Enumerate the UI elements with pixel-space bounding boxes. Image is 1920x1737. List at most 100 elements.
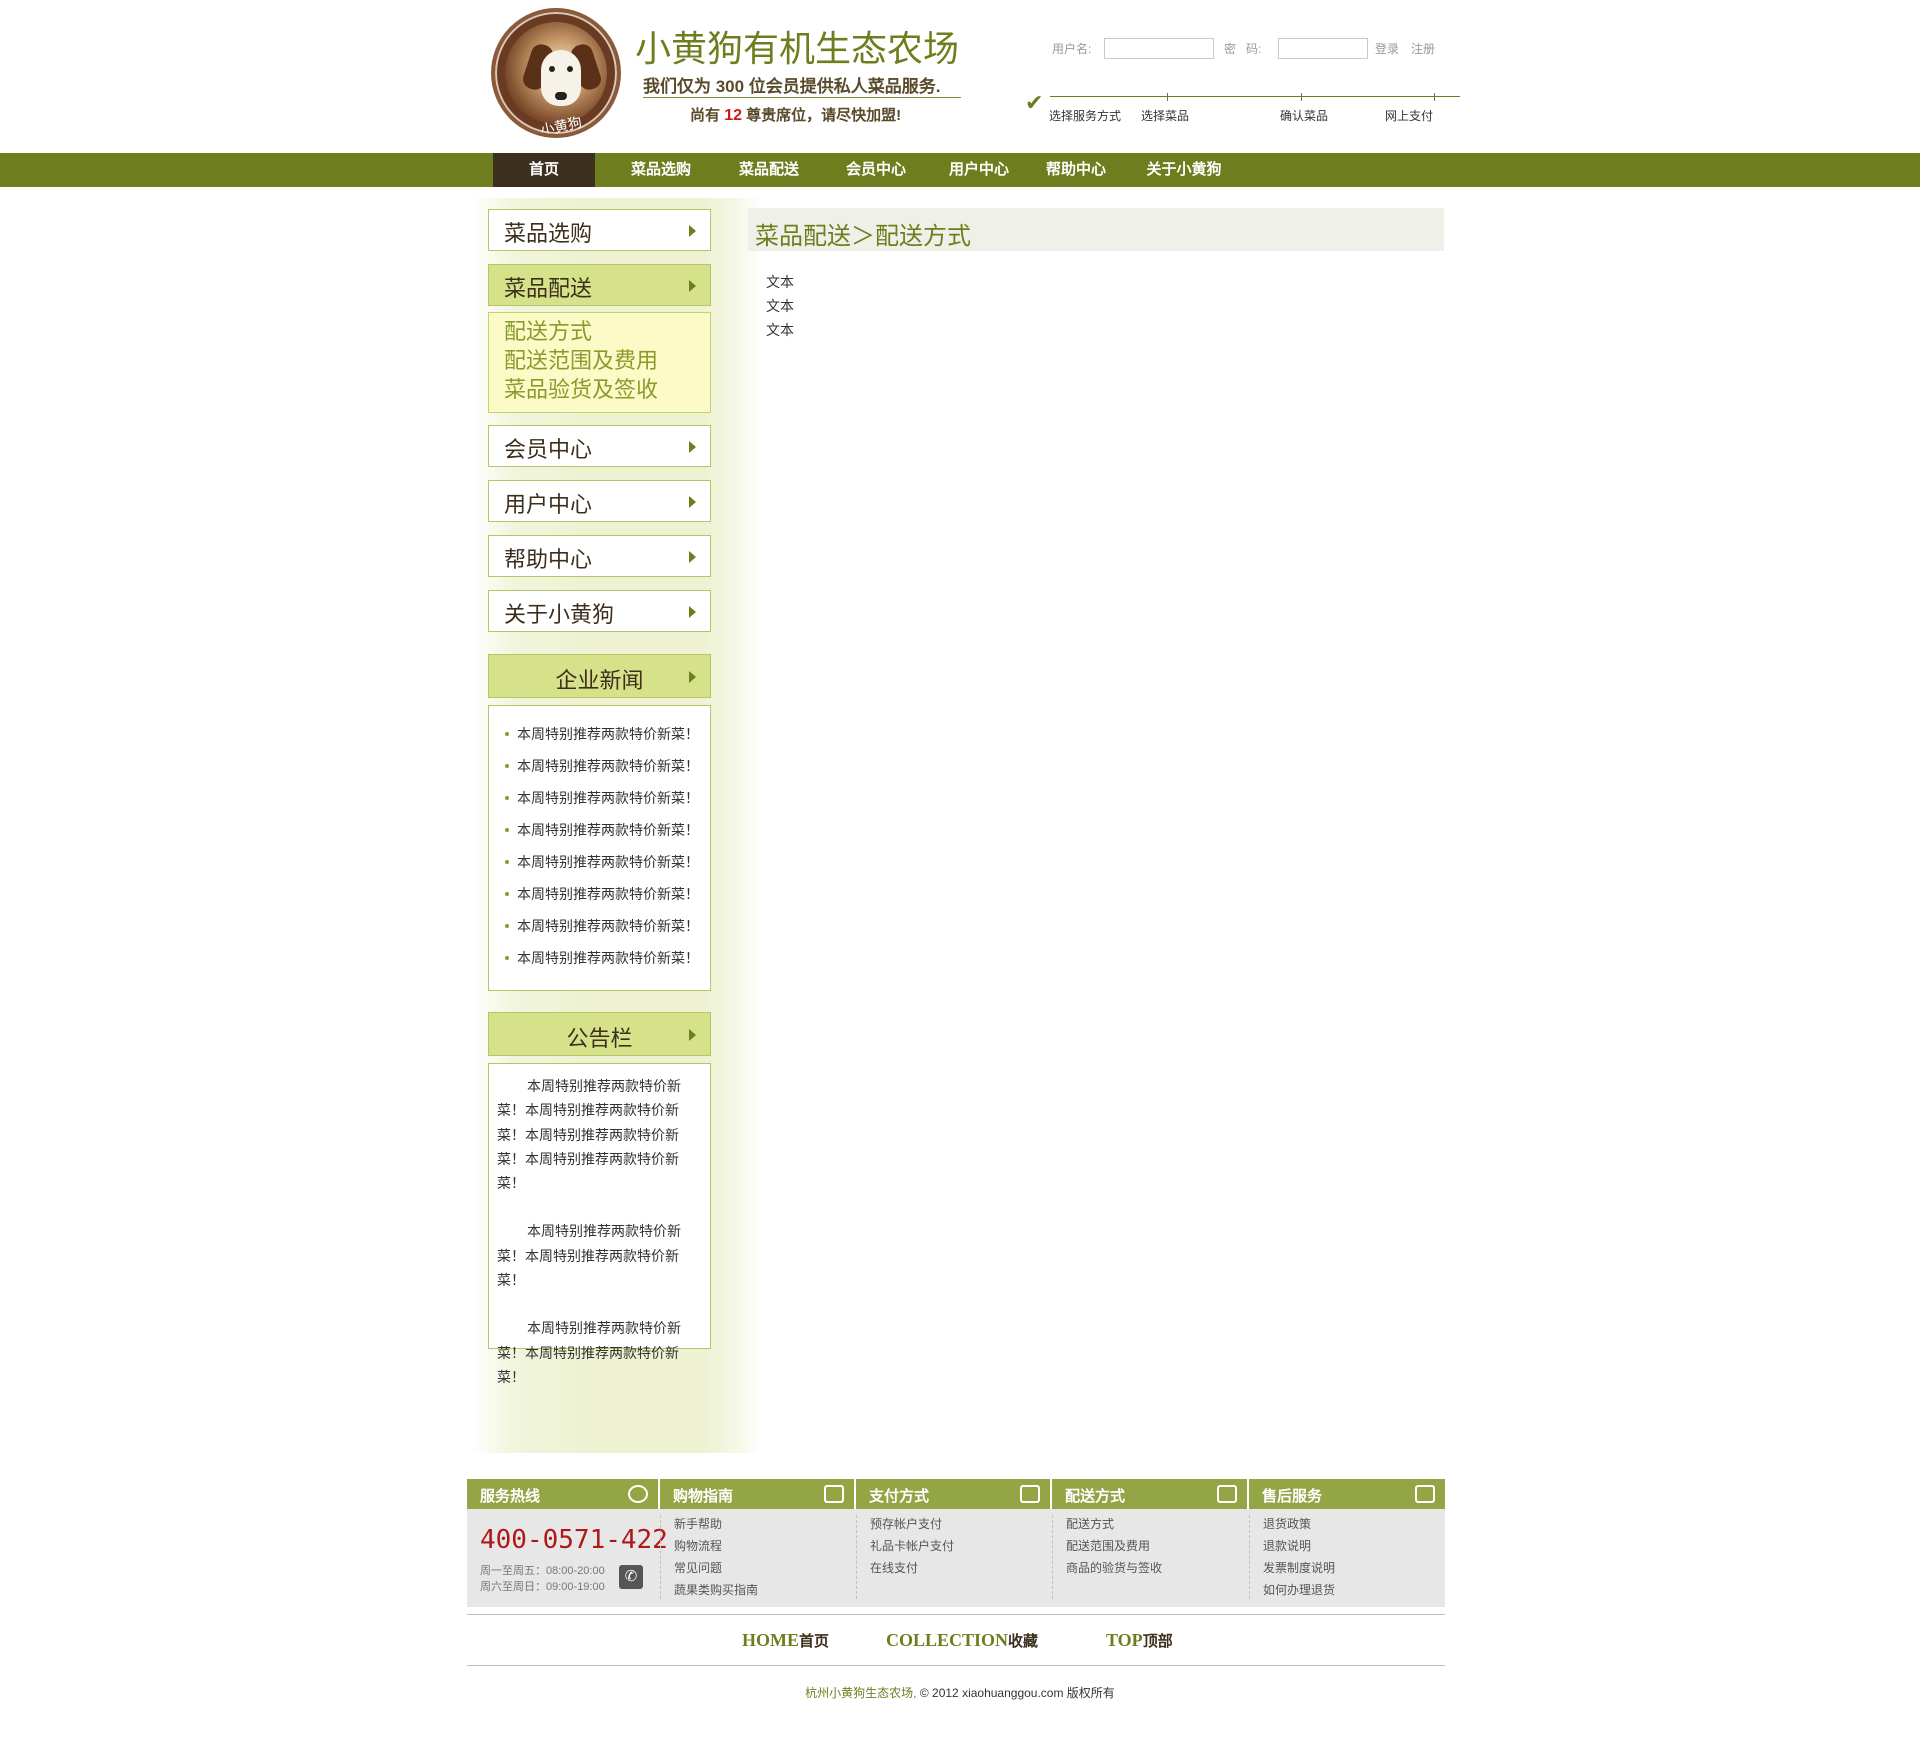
bullet-icon bbox=[505, 732, 509, 736]
footer-col-payment: 支付方式 bbox=[856, 1479, 1052, 1509]
list-item[interactable]: 本周特别推荐两款特价新菜！ bbox=[489, 718, 710, 750]
seats-suffix: 尊贵席位，请尽快加盟! bbox=[746, 107, 902, 124]
truck-icon bbox=[1217, 1485, 1237, 1503]
nav-home[interactable]: 首页 bbox=[493, 153, 595, 187]
sidebar-item-help[interactable]: 帮助中心 bbox=[488, 535, 711, 577]
seats-text: 尚有 12 尊贵席位，请尽快加盟! bbox=[690, 104, 901, 125]
bullet-icon bbox=[505, 828, 509, 832]
news-header[interactable]: 企业新闻 bbox=[488, 654, 711, 698]
arrow-right-icon bbox=[689, 441, 696, 453]
arrow-right-icon bbox=[689, 606, 696, 618]
sidebar-item-shop[interactable]: 菜品选购 bbox=[488, 209, 711, 251]
arrow-right-icon bbox=[689, 280, 696, 292]
nav-user[interactable]: 用户中心 bbox=[936, 153, 1022, 187]
list-item[interactable]: 本周特别推荐两款特价新菜！ bbox=[489, 910, 710, 942]
footer-link[interactable]: 在线支付 bbox=[870, 1559, 918, 1576]
sidebar-item-label: 关于小黄狗 bbox=[504, 602, 615, 627]
arrow-right-icon bbox=[689, 671, 696, 683]
logo[interactable]: 小黄狗 bbox=[491, 8, 621, 138]
nav-about[interactable]: 关于小黄狗 bbox=[1134, 153, 1234, 187]
footer-link[interactable]: 退货政策 bbox=[1263, 1515, 1311, 1532]
password-label: 密 码: bbox=[1224, 42, 1262, 56]
arrow-right-icon bbox=[689, 225, 696, 237]
bullet-icon bbox=[505, 764, 509, 768]
footer-divider bbox=[467, 1665, 1445, 1666]
step-2-label: 选择菜品 bbox=[1141, 109, 1190, 123]
news-list: 本周特别推荐两款特价新菜！ 本周特别推荐两款特价新菜！ 本周特别推荐两款特价新菜… bbox=[488, 705, 711, 991]
content-line: 文本 bbox=[766, 298, 794, 314]
copyright: 杭州小黄狗生态农场, © 2012 xiaohuanggou.com 版权所有 bbox=[805, 1686, 1115, 1700]
sidebar-item-member[interactable]: 会员中心 bbox=[488, 425, 711, 467]
sidebar-item-user[interactable]: 用户中心 bbox=[488, 480, 711, 522]
sidebar-item-label: 帮助中心 bbox=[504, 547, 593, 572]
header: 小黄狗 小黄狗有机生态农场 我们仅为 300 位会员提供私人菜品服务. 尚有 1… bbox=[0, 0, 1920, 153]
submenu-delivery-method[interactable]: 配送方式 bbox=[504, 317, 710, 346]
clock-icon bbox=[628, 1485, 648, 1503]
notice-title: 公告栏 bbox=[566, 1026, 633, 1051]
footer-col-hotline: 服务热线 bbox=[467, 1479, 660, 1509]
hotline-number: 400-0571-422 bbox=[480, 1525, 668, 1555]
footer-link[interactable]: 新手帮助 bbox=[674, 1515, 722, 1532]
footer-link[interactable]: 配送范围及费用 bbox=[1066, 1537, 1150, 1554]
nav-help[interactable]: 帮助中心 bbox=[1033, 153, 1119, 187]
sidebar-item-label: 菜品配送 bbox=[504, 276, 593, 301]
username-input[interactable] bbox=[1104, 38, 1214, 59]
sidebar-item-label: 会员中心 bbox=[504, 437, 593, 462]
footer-col-aftersales: 售后服务 bbox=[1249, 1479, 1445, 1509]
footer-link[interactable]: 预存帐户支付 bbox=[870, 1515, 942, 1532]
main-nav: 首页 菜品选购 菜品配送 会员中心 用户中心 帮助中心 关于小黄狗 bbox=[0, 153, 1920, 187]
delivery-submenu: 配送方式 配送范围及费用 菜品验货及签收 bbox=[488, 312, 711, 413]
bullet-icon bbox=[505, 956, 509, 960]
footer-link[interactable]: 如何办理退货 bbox=[1263, 1581, 1335, 1598]
steps-line bbox=[1050, 96, 1460, 97]
footer-col-delivery: 配送方式 bbox=[1052, 1479, 1249, 1509]
list-item[interactable]: 本周特别推荐两款特价新菜！ bbox=[489, 942, 710, 974]
checkmark-icon: ✔ bbox=[1025, 90, 1044, 115]
service-icon bbox=[1415, 1485, 1435, 1503]
footer-link[interactable]: 常见问题 bbox=[674, 1559, 722, 1576]
footer-link[interactable]: 礼品卡帐户支付 bbox=[870, 1537, 954, 1554]
register-link[interactable]: 注册 bbox=[1411, 40, 1435, 57]
footer-link[interactable]: 蔬果类购买指南 bbox=[674, 1581, 758, 1598]
footer-home-link[interactable]: HOME首页 bbox=[742, 1630, 829, 1651]
notice-paragraph: 本周特别推荐两款特价新菜！本周特别推荐两款特价新菜！ bbox=[497, 1223, 681, 1289]
list-item[interactable]: 本周特别推荐两款特价新菜！ bbox=[489, 878, 710, 910]
list-item[interactable]: 本周特别推荐两款特价新菜！ bbox=[489, 782, 710, 814]
footer-link[interactable]: 退款说明 bbox=[1263, 1537, 1311, 1554]
footer-divider bbox=[467, 1614, 1445, 1615]
step-3-label: 确认菜品 bbox=[1280, 109, 1329, 123]
arrow-right-icon bbox=[689, 496, 696, 508]
bullet-icon bbox=[505, 796, 509, 800]
submenu-inspection[interactable]: 菜品验货及签收 bbox=[504, 375, 710, 404]
login-link[interactable]: 登录 bbox=[1375, 40, 1399, 57]
arrow-right-icon bbox=[689, 551, 696, 563]
footer-link[interactable]: 商品的验货与签收 bbox=[1066, 1559, 1162, 1576]
arrow-right-icon bbox=[689, 1029, 696, 1041]
password-input[interactable] bbox=[1278, 38, 1368, 59]
footer-top-link[interactable]: TOP顶部 bbox=[1106, 1630, 1173, 1651]
list-item[interactable]: 本周特别推荐两款特价新菜！ bbox=[489, 750, 710, 782]
footer-link[interactable]: 配送方式 bbox=[1066, 1515, 1114, 1532]
notice-board: 本周特别推荐两款特价新菜！本周特别推荐两款特价新菜！ 本周特别推荐两款特价新菜！本… bbox=[488, 1063, 711, 1385]
hours-weekend: 周六至周日：09:00-19:00 bbox=[480, 1581, 605, 1593]
bullet-icon bbox=[505, 924, 509, 928]
content-line: 文本 bbox=[766, 274, 794, 290]
step-4-label: 网上支付 bbox=[1385, 109, 1434, 123]
calendar-icon bbox=[1020, 1485, 1040, 1503]
footer-collection-link[interactable]: COLLECTION收藏 bbox=[886, 1630, 1038, 1651]
sidebar-item-about[interactable]: 关于小黄狗 bbox=[488, 590, 711, 632]
step-1-label: 选择服务方式 bbox=[1049, 109, 1122, 123]
sidebar-item-label: 菜品选购 bbox=[504, 221, 593, 246]
nav-delivery[interactable]: 菜品配送 bbox=[726, 153, 812, 187]
list-item[interactable]: 本周特别推荐两款特价新菜！ bbox=[489, 814, 710, 846]
notice-header[interactable]: 公告栏 bbox=[488, 1012, 711, 1056]
footer-link[interactable]: 购物流程 bbox=[674, 1537, 722, 1554]
list-item[interactable]: 本周特别推荐两款特价新菜！ bbox=[489, 846, 710, 878]
nav-shop[interactable]: 菜品选购 bbox=[618, 153, 704, 187]
sidebar-item-delivery[interactable]: 菜品配送 bbox=[488, 264, 711, 306]
footer-link[interactable]: 发票制度说明 bbox=[1263, 1559, 1335, 1576]
bullet-icon bbox=[505, 860, 509, 864]
submenu-delivery-range[interactable]: 配送范围及费用 bbox=[504, 346, 710, 375]
seats-count: 12 bbox=[724, 107, 742, 124]
nav-member[interactable]: 会员中心 bbox=[833, 153, 919, 187]
